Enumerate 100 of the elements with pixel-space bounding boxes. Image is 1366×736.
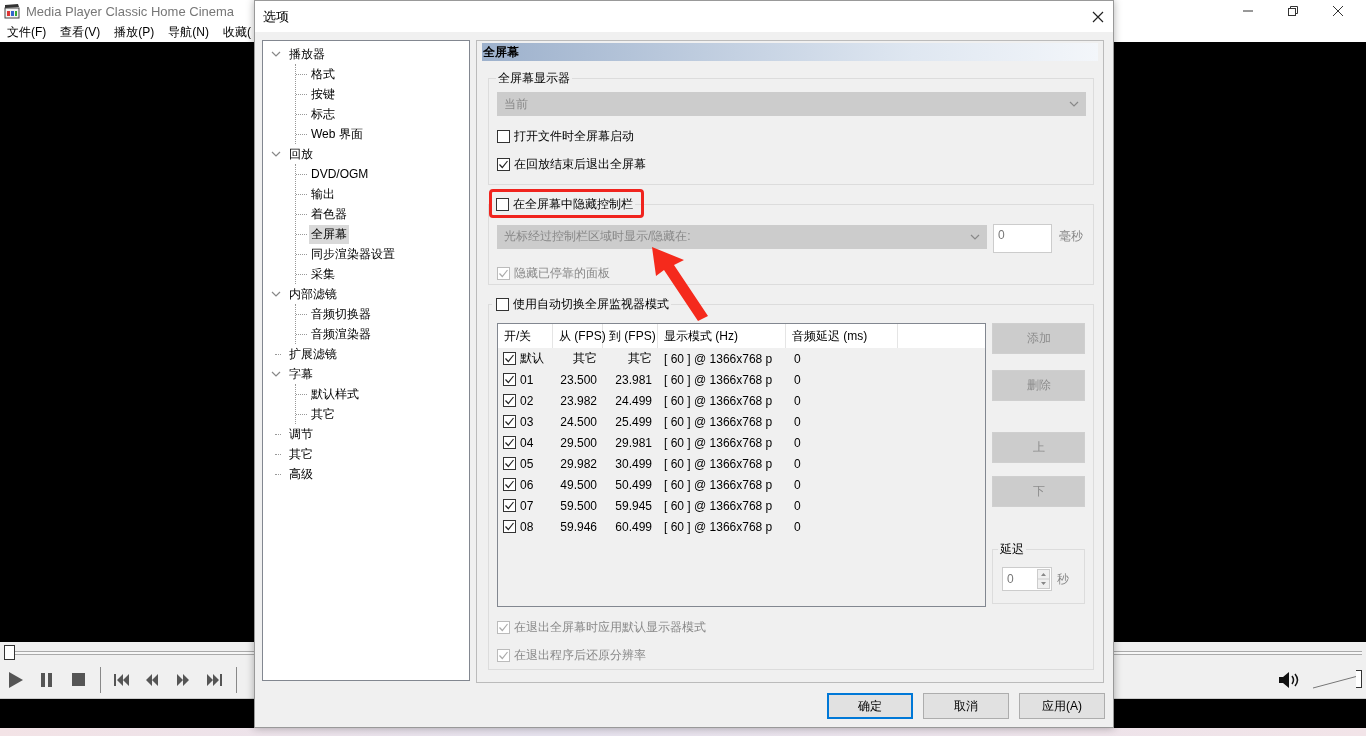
clapperboard-icon — [4, 3, 20, 19]
menu-item[interactable]: 收藏( — [223, 23, 251, 41]
menu-item[interactable]: 查看(V) — [60, 23, 101, 41]
unit-label: 毫秒 — [1058, 228, 1083, 245]
table-cell-text: 23.982 — [559, 393, 598, 408]
table-cell: 08 — [520, 519, 534, 534]
seek-thumb[interactable] — [4, 644, 15, 660]
checkbox[interactable] — [497, 129, 510, 143]
table-cell-text: 29.981 — [614, 435, 653, 450]
table-cell-text: 60.499 — [614, 519, 653, 534]
chevron-icon — [1069, 101, 1079, 107]
tree-item[interactable]: 其它 — [287, 444, 315, 464]
table-cell-text: 0 — [793, 393, 802, 408]
table-cell-text: [ 60 ] @ 1366x768 p — [663, 435, 774, 450]
chevron-icon[interactable] — [271, 151, 281, 157]
checkbox[interactable] — [503, 373, 516, 386]
group-title: 延迟 — [998, 541, 1026, 557]
tree-item[interactable]: 高级 — [287, 464, 315, 484]
tree-item[interactable]: 按键 — [309, 84, 337, 104]
tree-item[interactable]: 标志 — [309, 104, 337, 124]
dialog-button[interactable]: 取消 — [923, 693, 1009, 719]
table-cell-text: 其它 — [572, 350, 598, 367]
tree-item[interactable]: 字幕 — [287, 364, 315, 384]
checkbox[interactable] — [496, 297, 509, 311]
tree-item[interactable]: 回放 — [287, 144, 315, 164]
column-header[interactable]: 开/关 — [498, 324, 553, 348]
tree-item[interactable]: 输出 — [309, 184, 337, 204]
chevron-icon — [970, 233, 980, 240]
column-header[interactable]: 音频延迟 (ms) — [786, 324, 898, 348]
tree-item[interactable]: DVD/OGM — [309, 166, 371, 182]
table-cell: 06 — [520, 477, 534, 492]
menu-item[interactable]: 文件(F) — [7, 23, 47, 41]
table-cell-text: [ 60 ] @ 1366x768 p — [663, 414, 774, 429]
speaker-icon[interactable] — [1277, 670, 1301, 690]
checkbox[interactable] — [503, 415, 516, 428]
checkbox[interactable] — [503, 457, 516, 470]
close-icon[interactable] — [1332, 5, 1344, 17]
table-cell-text: 0 — [793, 456, 802, 471]
column-header[interactable]: 显示模式 (Hz) — [658, 324, 786, 348]
volume-slider[interactable] — [1312, 670, 1362, 690]
table-cell-text: [ 60 ] @ 1366x768 p — [663, 372, 774, 387]
tree-item[interactable]: 内部滤镜 — [287, 284, 339, 304]
table-cell-text: 25.499 — [614, 414, 653, 429]
checkbox[interactable] — [497, 157, 510, 171]
table-cell-text: [ 60 ] @ 1366x768 p — [663, 456, 774, 471]
window-title: Media Player Classic Home Cinema — [26, 3, 235, 19]
table-cell-text: 59.946 — [559, 519, 598, 534]
checkbox-label: 隐藏已停靠的面板 — [514, 264, 610, 282]
tree-item[interactable]: 全屏幕 — [309, 224, 349, 244]
group-title: 全屏幕显示器 — [496, 70, 572, 86]
tree-item[interactable]: 采集 — [309, 264, 337, 284]
table-cell: 04 — [520, 435, 534, 450]
volume-thumb[interactable] — [1356, 670, 1362, 688]
menu-item[interactable]: 播放(P) — [114, 23, 155, 41]
table-cell-text: 50.499 — [614, 477, 653, 492]
table-cell-text: 其它 — [627, 350, 653, 367]
table-cell-text: 24.499 — [614, 393, 653, 408]
table-cell-text: 0 — [793, 519, 802, 534]
tree-item[interactable]: 音频渲染器 — [309, 324, 373, 344]
table-cell-text: 0 — [793, 414, 802, 429]
table-cell-text: [ 60 ] @ 1366x768 p — [663, 498, 774, 513]
chevron-icon[interactable] — [271, 51, 281, 57]
tree-item[interactable]: 调节 — [287, 424, 315, 444]
tree-item[interactable]: 扩展滤镜 — [287, 344, 339, 364]
checkbox-label: 使用自动切换全屏监视器模式 — [513, 295, 669, 313]
tree-item[interactable]: Web 界面 — [309, 124, 365, 144]
table-cell-text: [ 60 ] @ 1366x768 p — [663, 351, 774, 366]
table-cell: 03 — [520, 414, 534, 429]
tree-item[interactable]: 格式 — [309, 64, 337, 84]
checkbox-label: 在退出程序后还原分辨率 — [514, 646, 646, 664]
checkbox[interactable] — [496, 197, 509, 211]
tree-item[interactable]: 默认样式 — [309, 384, 361, 404]
checkbox-label: 打开文件时全屏幕启动 — [514, 127, 634, 145]
close-icon[interactable] — [1092, 10, 1104, 23]
table-cell-text: 0 — [793, 435, 802, 450]
checkbox[interactable] — [503, 394, 516, 407]
checkbox[interactable] — [503, 478, 516, 491]
table-cell-text: 23.500 — [559, 372, 598, 387]
maximize-icon[interactable] — [1287, 5, 1299, 17]
table-cell: 07 — [520, 498, 534, 513]
page-header: 全屏幕 — [482, 43, 1098, 61]
table-cell: 02 — [520, 393, 534, 408]
checkbox[interactable] — [503, 352, 516, 365]
column-header[interactable]: 从 (FPS) — [553, 324, 603, 348]
checkbox[interactable] — [503, 520, 516, 533]
chevron-icon[interactable] — [271, 291, 281, 297]
tree-item[interactable]: 同步渲染器设置 — [309, 244, 397, 264]
table-cell-text: 49.500 — [559, 477, 598, 492]
checkbox[interactable] — [503, 436, 516, 449]
checkbox[interactable] — [503, 499, 516, 512]
chevron-icon[interactable] — [271, 371, 281, 377]
menu-item[interactable]: 导航(N) — [168, 23, 209, 41]
table-cell-text: [ 60 ] @ 1366x768 p — [663, 393, 774, 408]
dialog-button[interactable]: 确定 — [827, 693, 913, 719]
tree-item[interactable]: 着色器 — [309, 204, 349, 224]
tree-item[interactable]: 其它 — [309, 404, 337, 424]
tree-item[interactable]: 音频切换器 — [309, 304, 373, 324]
dialog-button[interactable]: 应用(A) — [1019, 693, 1105, 719]
checkbox-label: 在全屏幕中隐藏控制栏 — [513, 195, 633, 213]
tree-item[interactable]: 播放器 — [287, 44, 327, 64]
